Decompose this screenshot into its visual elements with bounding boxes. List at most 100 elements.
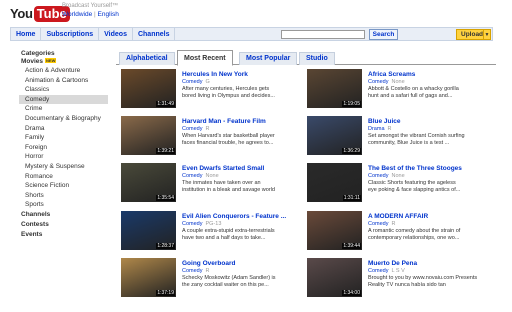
video-rating: PG-13: [205, 220, 222, 227]
video-description: A couple extra-stupid extra-terrestrials: [182, 227, 275, 234]
video-genre-link[interactable]: Comedy: [368, 221, 388, 227]
sidebar-item-animation-cartoons[interactable]: Animation & Cartoons: [19, 76, 108, 86]
video-title-link[interactable]: Evil Alien Conquerors - Feature ...: [182, 213, 302, 221]
video-thumbnail[interactable]: 1:35:54: [121, 163, 176, 203]
video-meta: Comedy R: [182, 126, 302, 133]
video-thumbnail[interactable]: 1:37:19: [121, 257, 176, 297]
nav-channels[interactable]: Channels: [133, 28, 176, 40]
sidebar-item-horror[interactable]: Horror: [19, 152, 108, 162]
sidebar-item-mystery-suspense[interactable]: Mystery & Suspense: [19, 162, 108, 172]
region-link[interactable]: Worldwide: [62, 11, 92, 18]
sidebar-item-action-adventure[interactable]: Action & Adventure: [19, 66, 108, 76]
search-input[interactable]: [281, 30, 365, 39]
video-title-link[interactable]: Africa Screams: [368, 71, 488, 79]
video-thumbnail[interactable]: 1:19:05: [307, 69, 362, 108]
video-item: 1:28:37 Evil Alien Conquerors - Feature .…: [118, 208, 303, 256]
genre-list: Action & Adventure Animation & Cartoons Cl…: [19, 66, 108, 210]
video-info: Blue Juice Drama R Set amongst the vibrant …: [368, 118, 488, 147]
tab-most-recent[interactable]: Most Recent: [177, 50, 233, 66]
video-item: 1:36:29 Blue Juice Drama R Set amongst the v…: [304, 113, 489, 161]
video-rating: R: [205, 126, 210, 133]
tab-most-popular[interactable]: Most Popular: [239, 52, 298, 65]
movies-heading[interactable]: Movies NEW: [19, 58, 108, 66]
sidebar-item-family[interactable]: Family: [19, 133, 108, 143]
sidebar-item-documentary-biography[interactable]: Documentary & Biography: [19, 114, 108, 124]
sidebar-item-science-fiction[interactable]: Science Fiction: [19, 181, 108, 191]
video-genre-link[interactable]: Comedy: [182, 268, 202, 274]
categories-heading[interactable]: Categories: [19, 50, 108, 58]
video-title-link[interactable]: Blue Juice: [368, 118, 488, 126]
video-rating: None: [391, 173, 405, 180]
upload-button[interactable]: Upload ▼: [456, 29, 491, 40]
video-grid: 1:31:49 Hercules In New York Comedy G After …: [118, 66, 493, 302]
contests-heading[interactable]: Contests: [19, 221, 108, 229]
sidebar-item-shorts[interactable]: Shorts: [19, 191, 108, 201]
video-genre-link[interactable]: Drama: [368, 126, 385, 132]
video-description: the zany cocktail waiter on this pe...: [182, 281, 269, 288]
chevron-down-icon[interactable]: ▼: [483, 30, 490, 39]
youtube-logo[interactable]: You Tube: [10, 5, 70, 22]
upload-label: Upload: [461, 31, 484, 38]
video-meta: Comedy G: [182, 79, 302, 86]
video-item: 1:34:00 Muerto De Pena Comedy L S V Brought …: [304, 255, 489, 303]
video-meta: Comedy PG-13: [182, 221, 302, 228]
video-title-link[interactable]: Harvard Man - Feature Film: [182, 118, 302, 126]
video-duration: 1:39:21: [156, 148, 175, 155]
video-description: Set amongst the vibrant Cornish surfing: [368, 133, 465, 140]
video-genre-link[interactable]: Comedy: [368, 268, 388, 274]
video-info: A MODERN AFFAIR Comedy R A romantic comedy …: [368, 213, 488, 242]
sidebar-item-comedy[interactable]: Comedy: [19, 94, 108, 105]
sidebar-item-crime[interactable]: Crime: [19, 104, 108, 114]
video-thumbnail[interactable]: 1:36:29: [307, 116, 362, 156]
sidebar-item-drama[interactable]: Drama: [19, 124, 108, 134]
video-rating: L S V: [391, 267, 405, 274]
video-info: Harvard Man - Feature Film Comedy R When Ha…: [182, 118, 302, 147]
video-duration: 1:36:29: [342, 148, 361, 155]
search-button[interactable]: Search: [369, 29, 398, 40]
video-genre-link[interactable]: Comedy: [182, 79, 202, 85]
video-description: Abbott & Costello on a whacky gorilla: [368, 86, 459, 92]
language-link[interactable]: English: [98, 11, 119, 18]
new-badge: NEW: [45, 58, 57, 63]
video-info: Evil Alien Conquerors - Feature ... Comed…: [182, 213, 302, 242]
video-thumbnail[interactable]: 1:39:44: [307, 210, 362, 250]
tab-studio[interactable]: Studio: [299, 52, 335, 65]
video-thumbnail[interactable]: 1:34:00: [307, 257, 362, 297]
video-genre-link[interactable]: Comedy: [182, 173, 202, 179]
sidebar-item-romance[interactable]: Romance: [19, 172, 108, 182]
video-title-link[interactable]: Hercules In New York: [182, 71, 302, 79]
video-description: community, Blue Juice is a test ...: [368, 140, 450, 147]
video-thumbnail[interactable]: 1:39:21: [121, 116, 176, 156]
nav-home[interactable]: Home: [11, 28, 42, 40]
video-title-link[interactable]: Muerto De Pena: [368, 260, 488, 268]
video-meta: Comedy None: [368, 79, 488, 86]
video-title-link[interactable]: The Best of the Three Stooges: [368, 165, 488, 173]
video-rating: G: [205, 79, 210, 85]
sidebar-item-foreign[interactable]: Foreign: [19, 143, 108, 153]
video-description: Brought to you by www.novaiu.com Present…: [368, 274, 478, 281]
video-item: 1:39:44 A MODERN AFFAIR Comedy R A romantic …: [304, 208, 489, 256]
video-title-link[interactable]: A MODERN AFFAIR: [368, 213, 488, 221]
video-title-link[interactable]: Even Dwarfs Started Small: [182, 165, 302, 173]
video-genre-link[interactable]: Comedy: [368, 79, 388, 85]
video-title-link[interactable]: Going Overboard: [182, 260, 302, 268]
video-genre-link[interactable]: Comedy: [368, 173, 388, 179]
nav-videos[interactable]: Videos: [99, 28, 133, 40]
video-rating: R: [205, 267, 210, 274]
video-thumbnail[interactable]: 1:28:37: [121, 210, 176, 250]
sidebar-item-sports[interactable]: Sports: [19, 200, 108, 210]
video-rating: None: [391, 79, 405, 85]
video-duration: 1:28:37: [156, 242, 175, 249]
video-item: 1:31:11 The Best of the Three Stooges Come…: [304, 160, 489, 208]
video-genre-link[interactable]: Comedy: [182, 221, 202, 227]
channels-heading[interactable]: Channels: [19, 211, 108, 219]
video-info: Going Overboard Comedy R Schecky Moskowitz …: [182, 260, 302, 289]
video-thumbnail[interactable]: 1:31:49: [121, 69, 176, 108]
nav-subscriptions[interactable]: Subscriptions: [41, 28, 100, 40]
video-thumbnail[interactable]: 1:31:11: [307, 163, 362, 203]
video-genre-link[interactable]: Comedy: [182, 126, 202, 132]
tab-alphabetical[interactable]: Alphabetical: [119, 52, 175, 65]
video-info: Hercules In New York Comedy G After many ce…: [182, 71, 302, 100]
events-heading[interactable]: Events: [19, 231, 108, 239]
sidebar-item-classics[interactable]: Classics: [19, 85, 108, 95]
